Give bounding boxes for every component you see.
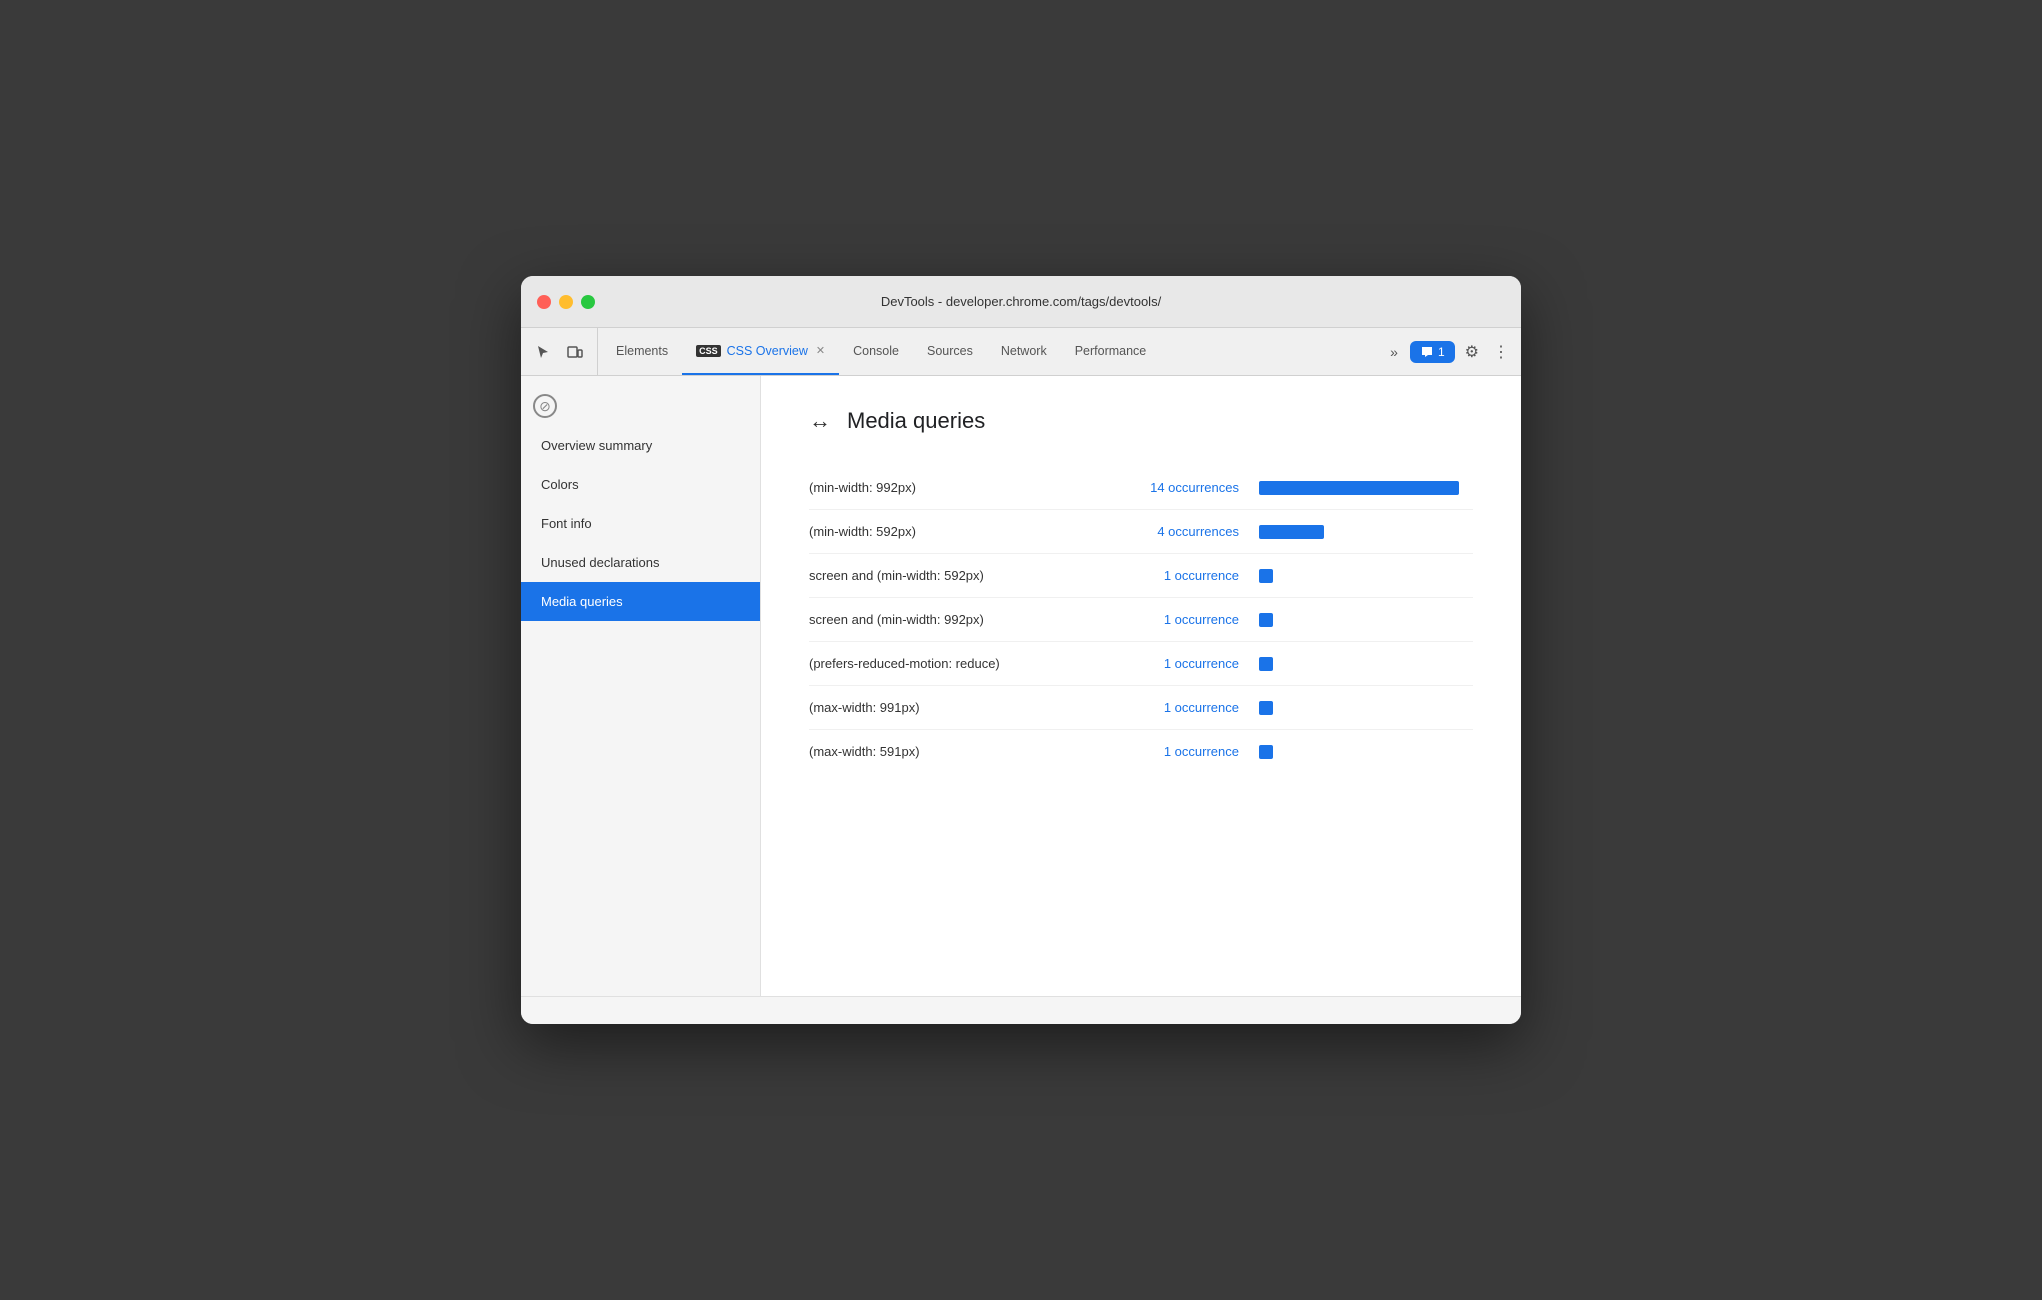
tab-console[interactable]: Console (839, 328, 913, 375)
title-bar: DevTools - developer.chrome.com/tags/dev… (521, 276, 1521, 328)
query-bar-small (1259, 613, 1273, 627)
query-bar (1259, 525, 1324, 539)
no-entry-icon[interactable]: ⊘ (533, 394, 557, 418)
main-area: ⊘ Overview summary Colors Font info Unus… (521, 376, 1521, 996)
section-title-text: Media queries (847, 408, 985, 434)
media-queries-icon: ↔ (809, 408, 831, 434)
query-label: screen and (min-width: 592px) (809, 568, 1089, 583)
more-options-button[interactable]: ⋮ (1489, 338, 1513, 366)
query-bar-small (1259, 701, 1273, 715)
sidebar-item-media-queries[interactable]: Media queries (521, 582, 760, 621)
window-title: DevTools - developer.chrome.com/tags/dev… (881, 294, 1161, 309)
query-occurrences: 14 occurrences (1109, 480, 1239, 495)
query-label: (prefers-reduced-motion: reduce) (809, 656, 1089, 671)
query-bar (1259, 481, 1459, 495)
sidebar-top: ⊘ (521, 386, 760, 426)
query-occurrences: 1 occurrence (1109, 700, 1239, 715)
devtools-window: DevTools - developer.chrome.com/tags/dev… (521, 276, 1521, 1024)
section-title: ↔ Media queries (809, 408, 1473, 434)
query-bar-container (1259, 701, 1473, 715)
sidebar-item-unused-declarations[interactable]: Unused declarations (521, 543, 760, 582)
tabs-container: Elements CSS CSS Overview ✕ Console Sour… (602, 328, 1376, 375)
tab-bar-tools (529, 328, 598, 375)
tab-bar-actions: » 1 ⚙ ⋮ (1376, 328, 1513, 375)
query-label: (min-width: 992px) (809, 480, 1089, 495)
query-list: (min-width: 992px)14 occurrences(min-wid… (809, 466, 1473, 773)
settings-button[interactable]: ⚙ (1461, 338, 1483, 366)
sidebar-item-overview-summary[interactable]: Overview summary (521, 426, 760, 465)
query-occurrences: 1 occurrence (1109, 612, 1239, 627)
tab-css-overview[interactable]: CSS CSS Overview ✕ (682, 328, 839, 375)
tab-bar: Elements CSS CSS Overview ✕ Console Sour… (521, 328, 1521, 376)
query-row[interactable]: screen and (min-width: 592px) 1 occurrenc… (809, 554, 1473, 598)
cursor-icon[interactable] (529, 338, 557, 366)
query-bar-container (1259, 525, 1473, 539)
query-row[interactable]: screen and (min-width: 992px) 1 occurrenc… (809, 598, 1473, 642)
minimize-button[interactable] (559, 295, 573, 309)
query-occurrences: 1 occurrence (1109, 568, 1239, 583)
query-occurrences: 1 occurrence (1109, 656, 1239, 671)
query-label: (max-width: 591px) (809, 744, 1089, 759)
query-label: screen and (min-width: 992px) (809, 612, 1089, 627)
query-occurrences: 1 occurrence (1109, 744, 1239, 759)
tab-close-icon[interactable]: ✕ (816, 344, 825, 357)
sidebar: ⊘ Overview summary Colors Font info Unus… (521, 376, 761, 996)
device-toggle-icon[interactable] (561, 338, 589, 366)
query-occurrences: 4 occurrences (1109, 524, 1239, 539)
more-tabs-button[interactable]: » (1384, 340, 1404, 364)
bottom-bar (521, 996, 1521, 1024)
query-bar-small (1259, 745, 1273, 759)
query-row[interactable]: (min-width: 592px) 4 occurrences (809, 510, 1473, 554)
traffic-lights (537, 295, 595, 309)
query-bar-container (1259, 745, 1473, 759)
query-bar-container (1259, 657, 1473, 671)
query-row[interactable]: (prefers-reduced-motion: reduce) 1 occurr… (809, 642, 1473, 686)
query-row[interactable]: (max-width: 591px) 1 occurrence (809, 730, 1473, 773)
query-label: (min-width: 592px) (809, 524, 1089, 539)
chat-button[interactable]: 1 (1410, 341, 1455, 363)
query-row[interactable]: (max-width: 991px) 1 occurrence (809, 686, 1473, 730)
query-bar-small (1259, 657, 1273, 671)
query-label: (max-width: 991px) (809, 700, 1089, 715)
sidebar-item-font-info[interactable]: Font info (521, 504, 760, 543)
query-bar-container (1259, 569, 1473, 583)
maximize-button[interactable] (581, 295, 595, 309)
tab-network[interactable]: Network (987, 328, 1061, 375)
tab-sources[interactable]: Sources (913, 328, 987, 375)
query-row[interactable]: (min-width: 992px) 14 occurrences (809, 466, 1473, 510)
css-icon: CSS (696, 345, 721, 357)
query-bar-small (1259, 569, 1273, 583)
tab-elements[interactable]: Elements (602, 328, 682, 375)
sidebar-item-colors[interactable]: Colors (521, 465, 760, 504)
content-panel: ↔ Media queries (min-width: 992px) 14 occ… (761, 376, 1521, 996)
query-bar-container (1259, 481, 1473, 495)
query-bar-container (1259, 613, 1473, 627)
close-button[interactable] (537, 295, 551, 309)
tab-performance[interactable]: Performance (1061, 328, 1161, 375)
